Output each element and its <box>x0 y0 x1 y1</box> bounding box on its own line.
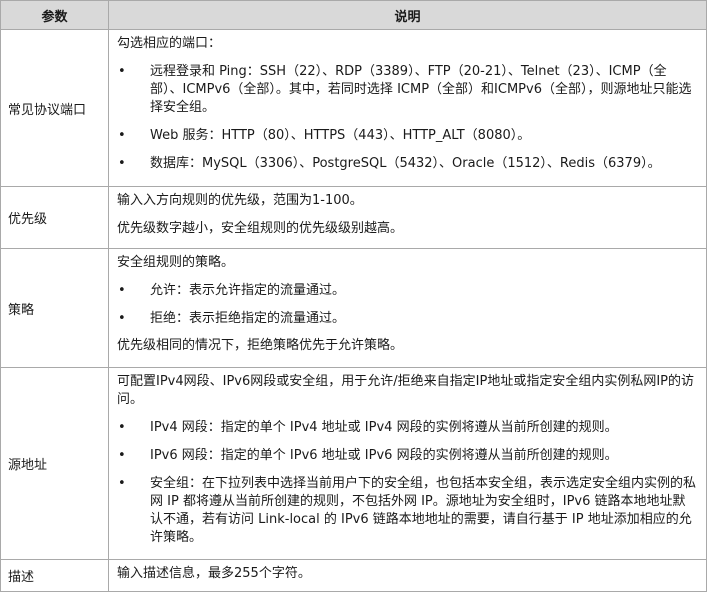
bullet-icon: • <box>118 420 126 435</box>
param-name: 优先级 <box>0 186 109 249</box>
table-row: 常见协议端口 勾选相应的端口： • 远程登录和 Ping：SSH（22）、RDP（… <box>0 29 707 187</box>
table-row: 优先级 输入入方向规则的优先级，范围为1-100。 优先级数字越小，安全组规则的… <box>0 186 707 249</box>
bullet-icon: • <box>118 128 126 143</box>
header-description: 说明 <box>108 0 707 30</box>
bullet-icon: • <box>118 283 126 298</box>
list-item: • IPv4 网段：指定的单个 IPv4 地址或 IPv4 网段的实例将遵从当前所… <box>117 419 698 437</box>
list-item-text: 远程登录和 Ping：SSH（22）、RDP（3389）、FTP（20-21）、… <box>150 64 692 115</box>
param-name: 源地址 <box>0 367 109 560</box>
parameter-table: 参数 说明 常见协议端口 勾选相应的端口： • 远程登录和 Ping：SSH（22… <box>0 0 707 592</box>
bullet-icon: • <box>118 156 126 171</box>
list-item: • 数据库：MySQL（3306）、PostgreSQL（5432）、Oracle… <box>117 155 698 173</box>
description-intro: 安全组规则的策略。 <box>117 255 235 270</box>
param-description: 可配置IPv4网段、IPv6网段或安全组，用于允许/拒绝来自指定IP地址或指定安… <box>108 367 707 560</box>
description-outro: 优先级相同的情况下，拒绝策略优先于允许策略。 <box>117 338 404 353</box>
param-name: 描述 <box>0 559 109 592</box>
bullet-icon: • <box>118 311 126 326</box>
param-description: 勾选相应的端口： • 远程登录和 Ping：SSH（22）、RDP（3389）、F… <box>108 29 707 187</box>
list-item: • IPv6 网段：指定的单个 IPv6 地址或 IPv6 网段的实例将遵从当前所… <box>117 447 698 465</box>
table-row: 源地址 可配置IPv4网段、IPv6网段或安全组，用于允许/拒绝来自指定IP地址… <box>0 367 707 560</box>
bullet-icon: • <box>118 448 126 463</box>
list-item-text: IPv6 网段：指定的单个 IPv6 地址或 IPv6 网段的实例将遵从当前所创… <box>150 448 618 463</box>
list-item-text: 允许：表示允许指定的流量通过。 <box>150 283 346 298</box>
list-item: • 远程登录和 Ping：SSH（22）、RDP（3389）、FTP（20-21）… <box>117 63 698 117</box>
table-header-row: 参数 说明 <box>0 0 707 30</box>
description-line: 优先级数字越小，安全组规则的优先级级别越高。 <box>117 221 404 236</box>
param-description: 安全组规则的策略。 • 允许：表示允许指定的流量通过。 • 拒绝：表示拒绝指定的流量… <box>108 248 707 368</box>
description-line: 输入入方向规则的优先级，范围为1-100。 <box>117 193 363 208</box>
list-item: • 拒绝：表示拒绝指定的流量通过。 <box>117 310 698 328</box>
description-intro: 勾选相应的端口： <box>117 36 222 51</box>
list-item: • Web 服务：HTTP（80）、HTTPS（443）、HTTP_ALT（808… <box>117 127 698 145</box>
list-item: • 允许：表示允许指定的流量通过。 <box>117 282 698 300</box>
list-item-text: 拒绝：表示拒绝指定的流量通过。 <box>150 311 346 326</box>
list-item-text: Web 服务：HTTP（80）、HTTPS（443）、HTTP_ALT（8080… <box>150 128 531 143</box>
header-param: 参数 <box>0 0 109 30</box>
param-description: 输入描述信息，最多255个字符。 <box>108 559 707 592</box>
description-line: 输入描述信息，最多255个字符。 <box>117 566 311 581</box>
list-item-text: 数据库：MySQL（3306）、PostgreSQL（5432）、Oracle（… <box>150 156 661 171</box>
list-item-text: 安全组：在下拉列表中选择当前用户下的安全组，也包括本安全组，表示选定安全组内实例… <box>150 476 697 545</box>
param-name: 常见协议端口 <box>0 29 109 187</box>
description-intro: 可配置IPv4网段、IPv6网段或安全组，用于允许/拒绝来自指定IP地址或指定安… <box>117 374 695 407</box>
list-item: • 安全组：在下拉列表中选择当前用户下的安全组，也包括本安全组，表示选定安全组内实… <box>117 475 698 547</box>
bullet-icon: • <box>118 476 126 491</box>
list-item-text: IPv4 网段：指定的单个 IPv4 地址或 IPv4 网段的实例将遵从当前所创… <box>150 420 618 435</box>
table-row: 描述 输入描述信息，最多255个字符。 <box>0 559 707 592</box>
param-description: 输入入方向规则的优先级，范围为1-100。 优先级数字越小，安全组规则的优先级级… <box>108 186 707 249</box>
param-name: 策略 <box>0 248 109 368</box>
table-row: 策略 安全组规则的策略。 • 允许：表示允许指定的流量通过。 • 拒绝：表示拒绝指定… <box>0 248 707 368</box>
bullet-icon: • <box>118 64 126 79</box>
